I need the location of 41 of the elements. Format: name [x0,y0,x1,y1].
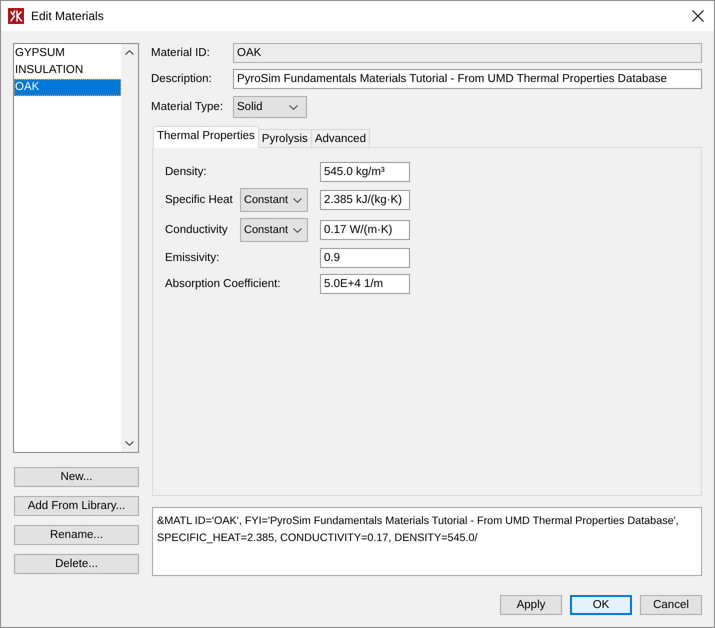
dialog-button[interactable]: Cancel [640,595,702,615]
chevron-down-icon [293,198,302,202]
text-field[interactable]: OAK [233,43,702,63]
property-label: Absorption Coefficient: [165,278,282,290]
property-label: Emissivity: [165,252,220,264]
list-action-button[interactable]: Rename... [14,525,139,545]
list-item[interactable]: INSULATION [14,62,121,79]
property-label: Conductivity [165,224,229,236]
chevron-up-icon[interactable] [125,50,134,55]
field-label: Description: [151,73,213,85]
tab[interactable]: Pyrolysis [258,129,312,148]
list-item[interactable]: OAK [14,79,121,96]
field-label: Material ID: [151,47,211,59]
property-label: Specific Heat [165,194,234,206]
property-field[interactable]: 545.0 kg/m³ [320,162,410,182]
chevron-down-icon[interactable] [125,441,134,446]
window-title: Edit Materials [31,9,105,23]
fds-text-area[interactable]: &MATL ID='OAK', FYI='PyroSim Fundamentals Materials Tutorial - From UMD Thermal Properties Database', SPECIFIC_HEAT=2.385, CONDUCTIVITY=0.17, DENSITY=545.0/ [152,507,702,576]
field-label: Material Type: [151,100,224,112]
chevron-down-icon [289,104,298,110]
list-action-button[interactable]: Delete... [14,554,139,574]
app-logo-icon [8,8,24,24]
property-field[interactable]: 2.385 kJ/(kg·K) [320,190,410,210]
property-field[interactable]: 5.0E+4 1/m [320,274,410,294]
property-field[interactable]: 0.17 W/(m·K) [320,220,410,240]
property-label: Density: [165,166,208,178]
scrollbar[interactable] [121,44,138,452]
chevron-down-icon [293,228,302,232]
list-item[interactable]: GYPSUM [14,45,121,62]
mode-dropdown[interactable]: Constant [240,218,308,242]
dialog-button[interactable]: OK [570,595,632,615]
mode-dropdown[interactable]: Constant [240,188,308,212]
property-field[interactable]: 0.9 [320,248,410,268]
list-action-button[interactable]: Add From Library... [14,496,139,516]
list-action-button[interactable]: New... [14,467,139,487]
dialog-button[interactable]: Apply [500,595,562,615]
material-type-dropdown[interactable]: Solid [233,96,307,118]
tab[interactable]: Advanced [312,129,370,148]
text-field[interactable]: PyroSim Fundamentals Materials Tutorial - From UMD Thermal Properties Database [233,69,702,89]
close-icon[interactable] [692,10,704,22]
tab[interactable]: Thermal Properties [153,126,259,148]
